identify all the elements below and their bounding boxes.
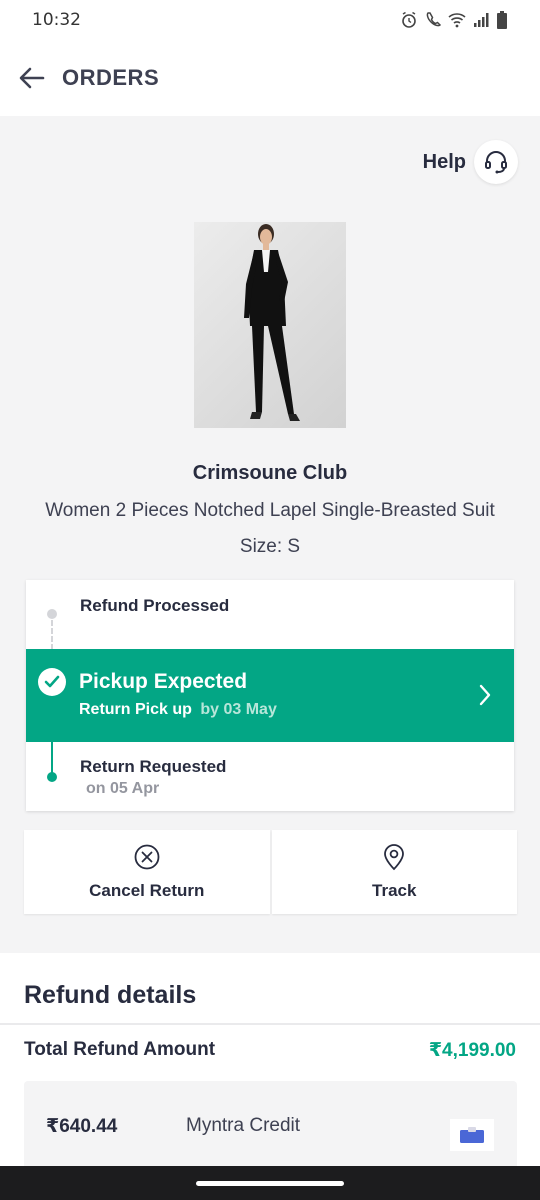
product-size: Size: S	[239, 536, 301, 557]
headset-icon	[474, 140, 518, 184]
status-bar: 10:32	[0, 0, 540, 40]
location-pin-icon	[384, 844, 405, 871]
pending-dot-icon	[47, 609, 57, 619]
help-button[interactable]: Help	[423, 140, 518, 184]
product-figure-illustration	[244, 224, 300, 421]
total-refund-label: Total Refund Amount	[24, 1039, 216, 1060]
order-tracker: Refund Processed Pickup Expected Return …	[26, 580, 514, 811]
product-image[interactable]	[194, 222, 346, 428]
alarm-icon	[402, 11, 416, 28]
step-sublabel: Return Pick up by 03 May	[79, 701, 277, 719]
back-button[interactable]	[16, 62, 48, 94]
wallet-icon	[450, 1119, 494, 1151]
divider	[0, 1023, 540, 1025]
refund-details: Refund details Total Refund Amount ₹4,19…	[0, 953, 540, 1200]
check-icon	[38, 668, 66, 696]
done-dot-icon	[47, 772, 57, 782]
total-refund-value: ₹4,199.00	[428, 1040, 516, 1061]
status-icons	[400, 11, 508, 29]
step-label: Refund Processed	[80, 596, 230, 615]
system-nav-bar	[0, 1166, 540, 1200]
home-gesture-handle[interactable]	[196, 1181, 344, 1186]
credit-method: Myntra Credit	[186, 1115, 301, 1136]
product-name: Women 2 Pieces Notched Lapel Single-Brea…	[45, 500, 495, 521]
track-button[interactable]: Track	[271, 830, 517, 914]
action-buttons: Cancel Return Track	[24, 830, 517, 914]
tracker-step-refund-processed: Refund Processed	[26, 580, 514, 650]
refund-credit-row: ₹640.44 Myntra Credit	[24, 1081, 517, 1171]
pending-connector	[51, 620, 53, 650]
step-label: Return Requested	[80, 757, 227, 776]
done-connector	[51, 742, 53, 774]
step-date: on 05 Apr	[86, 780, 160, 797]
cancel-return-label: Cancel Return	[89, 881, 205, 900]
help-label: Help	[422, 150, 466, 173]
arrow-left-icon	[19, 67, 45, 89]
signal-icon	[474, 13, 489, 27]
pickup-date: by 03 May	[200, 701, 277, 718]
page-title: ORDERS	[62, 65, 160, 90]
refund-heading: Refund details	[24, 981, 197, 1009]
battery-icon	[497, 11, 507, 29]
track-label: Track	[372, 881, 417, 900]
pickup-sublabel: Return Pick up	[79, 701, 192, 718]
product-brand: Crimsoune Club	[192, 462, 348, 484]
cancel-return-button[interactable]: Cancel Return	[24, 830, 270, 914]
wifi-calling-icon	[426, 12, 442, 27]
status-time: 10:32	[32, 10, 81, 30]
close-circle-icon	[134, 844, 160, 870]
app-bar: ORDERS	[0, 40, 540, 116]
tracker-step-pickup-expected[interactable]: Pickup Expected Return Pick up by 03 May	[26, 649, 514, 742]
credit-amount: ₹640.44	[46, 1116, 118, 1137]
chevron-right-icon	[479, 684, 491, 706]
wifi-icon	[448, 13, 466, 28]
step-label: Pickup Expected	[79, 670, 248, 693]
